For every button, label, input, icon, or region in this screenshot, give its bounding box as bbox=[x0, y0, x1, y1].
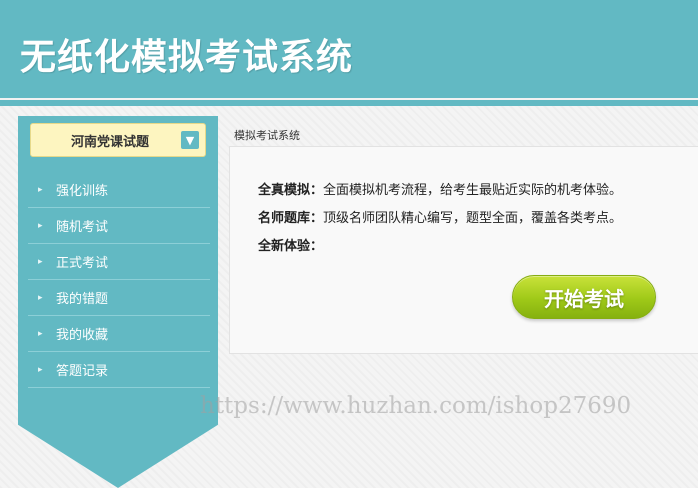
header-bar: 无纸化模拟考试系统 bbox=[0, 0, 698, 98]
start-exam-button[interactable]: 开始考试 bbox=[512, 275, 656, 319]
sidebar-item-favorites[interactable]: ▸ 我的收藏 bbox=[28, 316, 210, 352]
chevron-right-icon: ▸ bbox=[38, 256, 43, 267]
chevron-right-icon: ▸ bbox=[38, 364, 43, 375]
intro-line-label: 全新体验： bbox=[258, 239, 324, 254]
sidebar-item-label: 我的收藏 bbox=[56, 328, 109, 343]
intro-line-label: 全真模拟： bbox=[258, 183, 324, 198]
chevron-right-icon: ▸ bbox=[38, 220, 43, 231]
app-title: 无纸化模拟考试系统 bbox=[20, 37, 354, 78]
header-divider bbox=[0, 100, 698, 106]
sidebar-item-label: 我的错题 bbox=[56, 292, 109, 307]
sidebar-item-label: 正式考试 bbox=[56, 256, 109, 271]
watermark: https://www.huzhan.com/ishop27690 bbox=[200, 393, 632, 419]
intro-line-text: 全面模拟机考流程，给考生最贴近实际的机考体验。 bbox=[323, 183, 623, 198]
sidebar-item-label: 答题记录 bbox=[56, 364, 109, 379]
intro-line-text: 顶级名师团队精心编写，题型全面，覆盖各类考点。 bbox=[323, 211, 623, 226]
sidebar-item-intensive-training[interactable]: ▸ 强化训练 bbox=[28, 172, 210, 208]
chevron-down-icon[interactable]: ▼ bbox=[181, 131, 199, 149]
sidebar-item-wrong-questions[interactable]: ▸ 我的错题 bbox=[28, 280, 210, 316]
sidebar-menu: ▸ 强化训练 ▸ 随机考试 ▸ 正式考试 ▸ 我的错题 ▸ 我的收藏 ▸ 答题记… bbox=[28, 172, 210, 388]
breadcrumb: 模拟考试系统 bbox=[234, 129, 300, 142]
chevron-right-icon: ▸ bbox=[38, 292, 43, 303]
intro-line: 全新体验： bbox=[258, 235, 323, 254]
sidebar-item-label: 强化训练 bbox=[56, 184, 109, 199]
sidebar-item-label: 随机考试 bbox=[56, 220, 109, 235]
sidebar-item-answer-records[interactable]: ▸ 答题记录 bbox=[28, 352, 210, 388]
sidebar-item-formal-exam[interactable]: ▸ 正式考试 bbox=[28, 244, 210, 280]
subject-select-label: 河南党课试题 bbox=[70, 134, 149, 150]
subject-select[interactable]: 河南党课试题 ▼ bbox=[30, 123, 206, 157]
chevron-right-icon: ▸ bbox=[38, 184, 43, 195]
chevron-right-icon: ▸ bbox=[38, 328, 43, 339]
sidebar-item-random-exam[interactable]: ▸ 随机考试 bbox=[28, 208, 210, 244]
intro-line-label: 名师题库： bbox=[258, 211, 324, 226]
intro-line: 全真模拟：全面模拟机考流程，给考生最贴近实际的机考体验。 bbox=[258, 179, 622, 198]
intro-line: 名师题库：顶级名师团队精心编写，题型全面，覆盖各类考点。 bbox=[258, 207, 622, 226]
intro-panel: 全真模拟：全面模拟机考流程，给考生最贴近实际的机考体验。 名师题库：顶级名师团队… bbox=[229, 146, 698, 354]
